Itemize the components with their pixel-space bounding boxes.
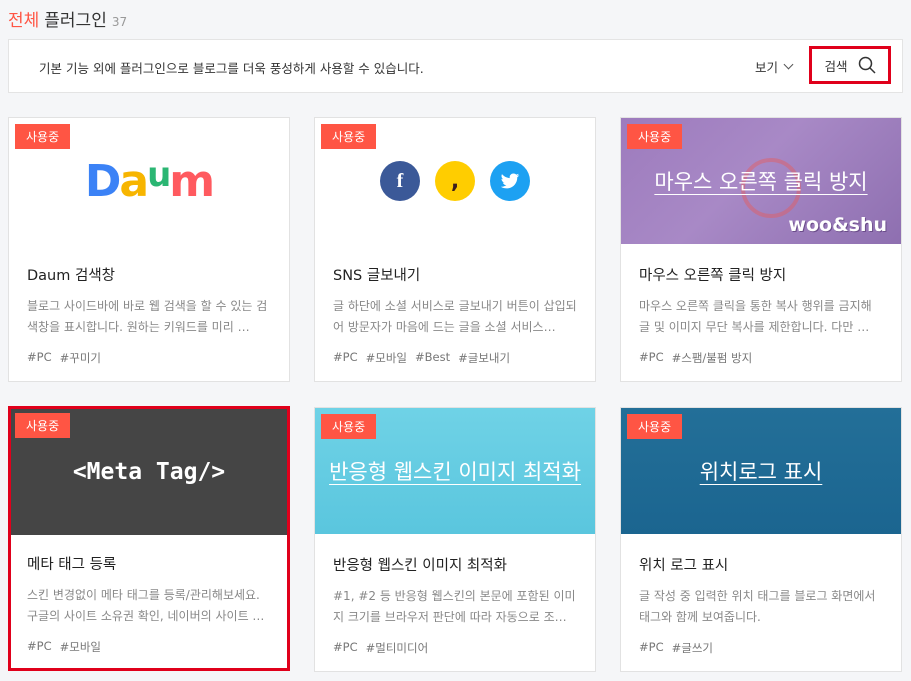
plugin-title: 메타 태그 등록 <box>27 557 117 573</box>
tag[interactable]: #Best <box>415 350 450 366</box>
plugin-card-sns-share[interactable]: 사용중 f , SNS 글보내기 글 하단에 소셜 서비스로 글보내기 버튼이 … <box>314 117 596 382</box>
tag[interactable]: #PC <box>639 640 664 656</box>
info-description: 기본 기능 외에 플러그인으로 블로그를 더욱 풍성하게 사용할 수 있습니다. <box>39 61 424 76</box>
tag[interactable]: #PC <box>333 350 358 366</box>
in-use-badge: 사용중 <box>321 124 377 149</box>
tag[interactable]: #PC <box>639 350 664 366</box>
watermark-logo: woo&shu <box>788 214 887 236</box>
plugin-description: #1, #2 등 반응형 웹스킨의 본문에 포함된 이미지 크기를 브라우저 판… <box>333 589 576 624</box>
tag[interactable]: #PC <box>27 639 52 655</box>
tag[interactable]: #스팸/불펌 방지 <box>672 350 753 366</box>
plugin-card-responsive-image[interactable]: 사용중 반응형 웹스킨 이미지 최적화 반응형 웹스킨 이미지 최적화 #1, … <box>314 407 596 672</box>
view-label: 보기 <box>755 60 779 75</box>
plugin-title: 반응형 웹스킨 이미지 최적화 <box>333 558 507 574</box>
header-title: 플러그인 <box>44 11 107 31</box>
thumbnail-caption: 위치로그 표시 <box>699 460 823 484</box>
search-icon <box>858 56 876 74</box>
thumbnail-caption: <Meta Tag/> <box>72 459 226 485</box>
in-use-badge: 사용중 <box>15 413 71 438</box>
plugin-tags: #PC #꾸미기 <box>27 350 273 366</box>
info-bar: 기본 기능 외에 플러그인으로 블로그를 더욱 풍성하게 사용할 수 있습니다.… <box>8 39 903 93</box>
plugin-card-daum-search[interactable]: 사용중 Daum Daum 검색창 블로그 사이드바에 바로 웹 검색을 할 수… <box>8 117 290 382</box>
plugin-card-right-click-block[interactable]: 사용중 마우스 오른쪽 클릭 방지 woo&shu 마우스 오른쪽 클릭 방지 … <box>620 117 902 382</box>
search-label: 검색 <box>824 58 848 74</box>
plugin-thumbnail: 사용중 f , <box>315 118 595 244</box>
tag[interactable]: #글보내기 <box>458 350 510 366</box>
plugin-description: 글 작성 중 입력한 위치 태그를 블로그 화면에서 태그와 함께 보여줍니다. <box>639 589 876 624</box>
header-all-label: 전체 <box>8 11 40 31</box>
plugin-tags: #PC #스팸/불펌 방지 <box>639 350 885 366</box>
tag[interactable]: #글쓰기 <box>672 640 713 656</box>
plugin-card-location-log[interactable]: 사용중 위치로그 표시 위치 로그 표시 글 작성 중 입력한 위치 태그를 블… <box>620 407 902 672</box>
in-use-badge: 사용중 <box>627 124 683 149</box>
in-use-badge: 사용중 <box>15 124 71 149</box>
daum-logo: Daum <box>84 154 215 207</box>
tag[interactable]: #모바일 <box>60 639 101 655</box>
plugin-count: 37 <box>111 15 128 29</box>
plugin-thumbnail: 사용중 반응형 웹스킨 이미지 최적화 <box>315 408 595 534</box>
plugin-description: 글 하단에 소셜 서비스로 글보내기 버튼이 삽입되어 방문자가 마음에 드는 … <box>333 299 577 334</box>
plugin-title: Daum 검색창 <box>27 268 115 284</box>
plugin-card-meta-tag[interactable]: 사용중 <Meta Tag/> 메타 태그 등록 스킨 변경없이 메타 태그를 … <box>8 406 290 671</box>
kakaostory-icon: , <box>435 161 475 201</box>
plugin-tags: #PC #모바일 #Best #글보내기 <box>333 350 579 366</box>
plugin-thumbnail: 사용중 Daum <box>9 118 289 244</box>
thumbnail-caption: 마우스 오른쪽 클릭 방지 <box>654 170 868 194</box>
plugin-title: 위치 로그 표시 <box>639 558 729 574</box>
plugin-title: 마우스 오른쪽 클릭 방지 <box>639 268 787 284</box>
plugin-thumbnail: 사용중 마우스 오른쪽 클릭 방지 woo&shu <box>621 118 901 244</box>
plugin-title: SNS 글보내기 <box>333 268 421 284</box>
plugin-tags: #PC #모바일 <box>27 639 271 655</box>
tag[interactable]: #PC <box>333 640 358 656</box>
plugin-thumbnail: 사용중 <Meta Tag/> <box>11 409 287 535</box>
view-dropdown[interactable]: 보기 <box>755 57 794 76</box>
plugin-thumbnail: 사용중 위치로그 표시 <box>621 408 901 534</box>
tag[interactable]: #모바일 <box>366 350 407 366</box>
plugin-tags: #PC #멀티미디어 <box>333 640 579 656</box>
plugin-tags: #PC #글쓰기 <box>639 640 885 656</box>
tag[interactable]: #PC <box>27 350 52 366</box>
page-header: 전체 플러그인 37 <box>8 6 128 31</box>
facebook-icon: f <box>380 161 420 201</box>
plugin-description: 블로그 사이드바에 바로 웹 검색을 할 수 있는 검색창을 표시합니다. 원하… <box>27 299 268 334</box>
chevron-down-icon <box>783 59 794 70</box>
thumbnail-caption: 반응형 웹스킨 이미지 최적화 <box>329 460 581 484</box>
plugin-description: 마우스 오른쪽 클릭을 통한 복사 행위를 금지해 글 및 이미지 무단 복사를… <box>639 299 872 334</box>
in-use-badge: 사용중 <box>627 414 683 439</box>
tag[interactable]: #꾸미기 <box>60 350 101 366</box>
search-button[interactable]: 검색 <box>809 46 891 84</box>
plugin-description: 스킨 변경없이 메타 태그를 등록/관리해보세요. 구글의 사이트 소유권 확인… <box>27 588 265 623</box>
tag[interactable]: #멀티미디어 <box>366 640 429 656</box>
in-use-badge: 사용중 <box>321 414 377 439</box>
twitter-icon <box>490 161 530 201</box>
